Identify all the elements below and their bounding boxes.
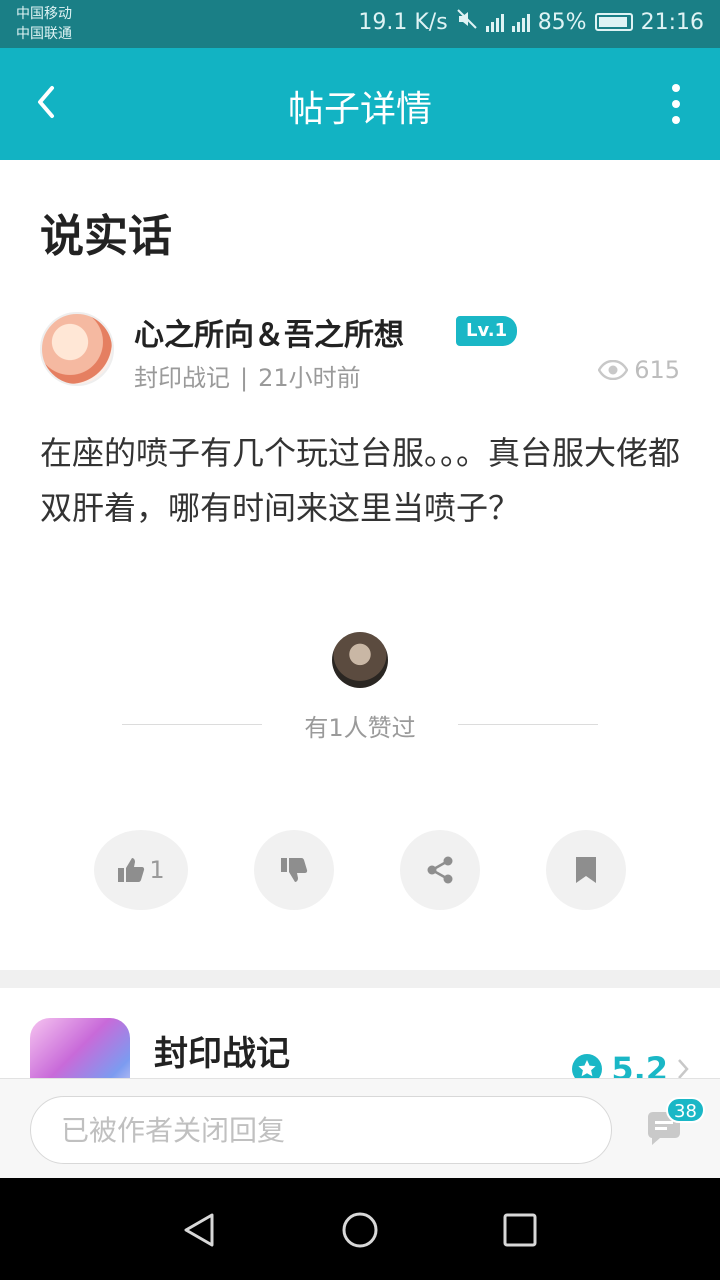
square-recents-icon [503, 1213, 537, 1247]
section-divider [0, 970, 720, 988]
battery-icon [594, 13, 633, 31]
status-bar: 中国移动 中国联通 19.1 K/s 85% 21:16 [0, 0, 720, 48]
dislike-button[interactable] [254, 830, 334, 910]
reply-input[interactable] [30, 1096, 612, 1164]
liker-avatar[interactable] [332, 632, 388, 688]
reply-bar: 38 [0, 1078, 720, 1178]
like-count: 1 [149, 856, 165, 884]
eye-icon [598, 360, 629, 380]
share-button[interactable] [400, 830, 480, 910]
more-dot-icon [672, 100, 680, 108]
app-bar: 帖子详情 [0, 48, 720, 160]
nav-home-button[interactable] [340, 1210, 380, 1250]
status-indicators: 19.1 K/s 85% 21:16 [358, 8, 704, 36]
view-count-value: 615 [634, 356, 680, 384]
view-count: 615 [598, 356, 680, 384]
mute-icon [456, 8, 478, 36]
likes-summary[interactable]: 有1人赞过 [0, 708, 720, 743]
post-source[interactable]: 封印战记 [134, 364, 230, 392]
system-nav-bar [0, 1178, 720, 1280]
share-icon [427, 856, 453, 884]
nav-recents-button[interactable] [500, 1210, 540, 1250]
signal-icon-1 [485, 12, 504, 32]
network-speed: 19.1 K/s [358, 9, 448, 35]
more-dot-icon [672, 116, 680, 124]
page-title: 帖子详情 [287, 89, 432, 130]
like-button[interactable]: 1 [94, 830, 188, 910]
clock: 21:16 [640, 9, 704, 35]
more-options-button[interactable] [668, 84, 684, 124]
more-dot-icon [672, 84, 680, 92]
post-title: 说实话 [40, 211, 172, 262]
bookmark-icon [576, 857, 596, 883]
author-name[interactable]: 心之所向＆吾之所想 [134, 310, 404, 354]
thumbs-up-icon [118, 858, 145, 882]
carrier-1: 中国移动 [16, 6, 72, 22]
thumbs-down-icon [281, 858, 308, 882]
battery-percent: 85% [537, 9, 587, 35]
nav-back-button[interactable] [180, 1210, 220, 1250]
post-time: 21小时前 [258, 364, 361, 392]
triangle-back-icon [184, 1213, 214, 1247]
signal-icon-2 [511, 12, 530, 32]
post-body: 在座的喷子有几个玩过台服。。。真台服大佬都双肝着，哪有时间来这里当喷子？ [40, 434, 681, 527]
carrier-info: 中国移动 中国联通 [16, 4, 72, 44]
circle-home-icon [342, 1212, 378, 1248]
carrier-2: 中国联通 [16, 26, 72, 42]
author-avatar[interactable] [40, 312, 114, 386]
level-badge: Lv.1 [456, 316, 518, 346]
post-meta: 封印战记 | 21小时前 [134, 358, 361, 393]
meta-separator: | [240, 364, 249, 392]
divider-line-right [458, 724, 598, 725]
game-name[interactable]: 封印战记 [154, 1026, 290, 1075]
bookmark-button[interactable] [546, 830, 626, 910]
comment-count-badge: 38 [666, 1097, 705, 1123]
